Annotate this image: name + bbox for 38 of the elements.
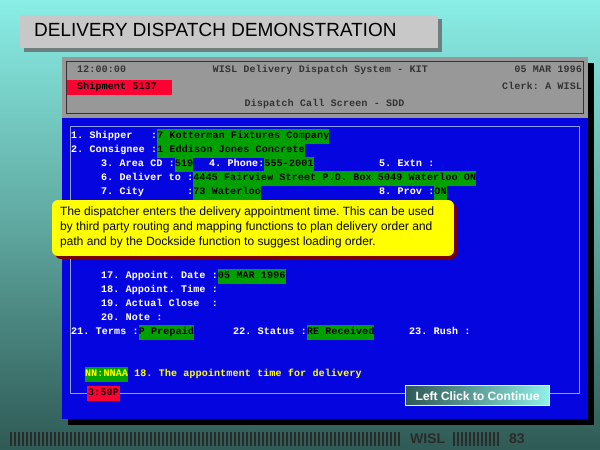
field-label: 22. Status :: [233, 326, 307, 340]
field-value[interactable]: 4445 Fairview Street P.O. Box 5049 Waterloo ON: [193, 170, 476, 186]
field-label: 1. Shipper :: [71, 130, 158, 144]
field-value[interactable]: ON: [434, 184, 447, 200]
field-label: 7. City :: [101, 186, 194, 200]
callout-note: The dispatcher enters the delivery appointment time. This can be used by third party routing and mapping functions to plan delivery order and path and by the Dockside function to suggest loading order.: [52, 200, 454, 256]
field-label: 20. Note :: [101, 312, 163, 326]
field-label: 17. Appoint. Date :: [101, 270, 218, 284]
field-label: 4. Phone:: [209, 158, 264, 172]
field-value[interactable]: 7 Kotterman Fixtures Company: [157, 128, 330, 144]
field-value[interactable]: 555-2001: [264, 156, 314, 172]
header-date: 05 MAR 1996: [514, 64, 582, 78]
field-label: 23. Rush :: [409, 326, 471, 340]
field-value[interactable]: 519: [174, 156, 194, 172]
field-value[interactable]: 73 Waterloo: [193, 184, 261, 200]
field-value[interactable]: RE Received: [306, 324, 374, 340]
field-label: 6. Deliver to :: [101, 172, 194, 186]
barcode-drawing: [453, 432, 501, 446]
entry-value[interactable]: 3:50P: [87, 386, 120, 401]
shipment-label: Shipment 5137: [67, 80, 172, 95]
screen-title: Dispatch Call Screen - SDD: [244, 98, 404, 112]
format-hint: NN:NNAA: [85, 367, 128, 382]
field-label: 5. Extn :: [379, 158, 434, 172]
field-label: 2. Consignee :: [71, 144, 158, 158]
field-label: 18. Appoint. Time :: [101, 284, 218, 298]
continue-button[interactable]: Left Click to Continue: [405, 385, 550, 406]
help-text: 18. The appointment time for delivery: [133, 368, 362, 382]
field-value[interactable]: 1 Eddison Jones Concrete: [157, 142, 305, 158]
slide-title: DELIVERY DISPATCH DEMONSTRATION: [20, 15, 438, 48]
clock-time: 12:00:00: [77, 64, 126, 78]
system-title: WISL Delivery Dispatch System - KIT: [212, 64, 428, 78]
field-value[interactable]: 05 MAR 1996: [218, 268, 286, 284]
field-label: 19. Actual Close :: [101, 298, 218, 312]
clerk-label: Clerk: A WISL: [502, 80, 582, 95]
field-label: 3. Area CD :: [101, 158, 175, 172]
field-value[interactable]: P Prepaid: [138, 324, 194, 340]
field-label: 8. Prov :: [379, 186, 434, 200]
field-label: 21. Terms :: [71, 326, 139, 340]
